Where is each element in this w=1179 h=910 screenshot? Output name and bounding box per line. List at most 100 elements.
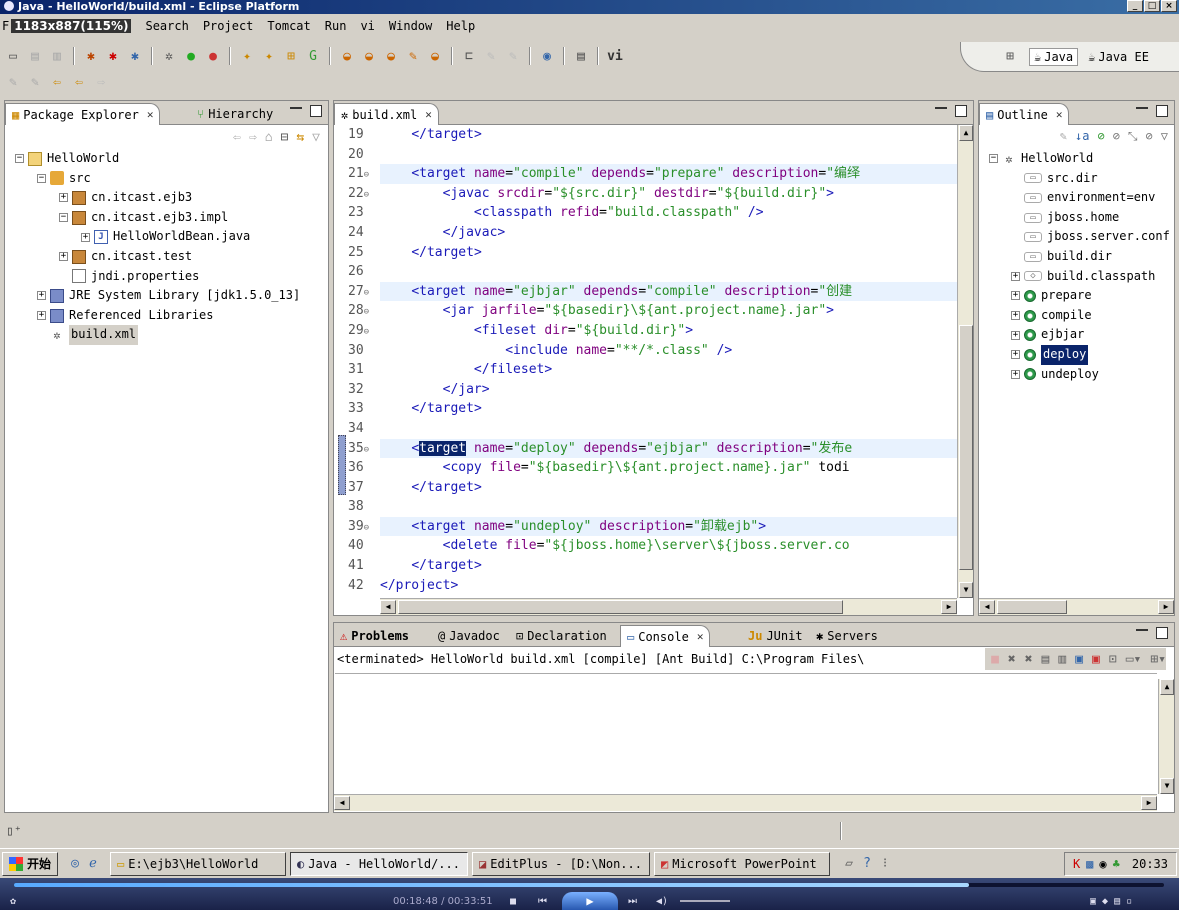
up-nav-icon[interactable]: ⌂ [265,130,273,145]
show-on-output-icon[interactable]: ▣ [1075,652,1083,667]
new-java-icon[interactable]: G [304,47,322,65]
minimize-view-icon[interactable] [1136,629,1148,633]
expand-icon[interactable]: + [59,193,68,203]
open-folder-icon[interactable]: ◒ [382,47,400,65]
menu-vi[interactable]: vi [360,19,374,33]
console-vertical-scrollbar[interactable]: ▲ ▼ [1158,679,1174,794]
code-line[interactable]: </fileset> [380,360,957,380]
outline-item[interactable]: + deploy [979,344,1174,365]
outline-item[interactable]: + ejbjar [979,325,1174,345]
scrollbar-thumb[interactable] [959,325,973,570]
scroll-right-icon[interactable]: ▶ [1158,600,1174,614]
open-task-icon[interactable]: ◒ [360,47,378,65]
prev-icon[interactable]: ⏮ [538,896,547,907]
open-console-icon[interactable]: ⊞▾ [1150,652,1166,667]
scrollbar-thumb[interactable] [997,600,1067,614]
new-icon[interactable]: ▭ [4,47,22,65]
expand-icon[interactable]: + [81,232,90,242]
tree-item[interactable]: − src [5,169,328,189]
collapse-icon[interactable]: − [989,154,998,164]
menu-window[interactable]: Window [389,19,432,33]
expand-icon[interactable]: + [1011,291,1020,301]
tree-item[interactable]: + cn.itcast.ejb3 [5,188,328,208]
next-annotation-icon[interactable]: ✎ [482,47,500,65]
stop-icon[interactable]: ■ [510,896,516,907]
expand-icon[interactable]: + [37,291,46,301]
tree-item[interactable]: ✲ build.xml [5,325,328,345]
code-line[interactable]: <copy file="${basedir}\${ant.project.nam… [380,458,957,478]
taskbar-button[interactable]: ◩ Microsoft PowerPoint [654,851,831,876]
code-line[interactable]: </jar> [380,380,957,400]
tree-item[interactable]: + JRE System Library [jdk1.5.0_13] [5,286,328,306]
javadoc-icon[interactable]: ▤ [572,47,590,65]
console-horizontal-scrollbar[interactable]: ◀ ▶ [334,794,1157,811]
filter-icon[interactable]: ⊘ [1146,129,1153,143]
search-icon[interactable]: ✎ [404,47,422,65]
code-line[interactable]: <jar jarfile="${basedir}\${ant.project.n… [380,301,957,321]
taskbar-button[interactable]: ◪ EditPlus - [D:\Non... [472,851,651,876]
toggle-mark-icon[interactable]: ⊏ [460,47,478,65]
globe-icon[interactable]: ◉ [538,47,556,65]
tree-item[interactable]: + Referenced Libraries [5,306,328,326]
collapse-icon[interactable]: − [15,154,24,164]
tab-outline[interactable]: ▤ Outline ✕ [979,103,1070,125]
tomcat-stop-icon[interactable]: ✱ [104,47,122,65]
scroll-up-icon[interactable]: ▲ [959,125,973,141]
tray-monitor-icon[interactable]: ▩ [1086,857,1093,871]
fold-toggle-icon[interactable]: ⊖ [364,445,369,455]
forward-icon[interactable]: ⇨ [92,73,110,91]
view-menu-icon[interactable]: ▽ [1161,129,1168,143]
clear-console-icon[interactable]: ▤ [1042,652,1050,667]
prev-annotation-icon[interactable]: ✎ [504,47,522,65]
scroll-down-icon[interactable]: ▼ [1160,778,1174,794]
help-icon[interactable]: ? [858,855,876,873]
next-edit-icon[interactable]: ✎ [26,73,44,91]
menu-tomcat[interactable]: Tomcat [267,19,310,33]
outline-item[interactable]: + compile [979,306,1174,326]
display-console-icon[interactable]: ▭▾ [1126,652,1142,667]
external-tools-icon[interactable]: ● [204,47,222,65]
open-type-icon[interactable]: ◒ [338,47,356,65]
fold-toggle-icon[interactable]: ⊖ [364,170,369,180]
tree-item[interactable]: + cn.itcast.test [5,247,328,267]
scroll-left-icon[interactable]: ◀ [334,796,350,810]
menu-search[interactable]: Search [145,19,188,33]
outline-item[interactable]: ▭ src.dir [979,169,1174,189]
scroll-lock-icon[interactable]: ▥ [1058,652,1066,667]
menu-run[interactable]: Run [325,19,347,33]
tab-package-explorer[interactable]: ▦ Package Explorer ✕ [5,103,161,125]
tab-problems[interactable]: ⚠ Problems [334,625,415,647]
quicklaunch-desktop-icon[interactable]: ◎ [66,855,84,873]
input-method-icon[interactable]: ⁝ [876,855,894,873]
back-nav-icon[interactable]: ⇦ [233,130,241,145]
code-line[interactable]: <target name="deploy" depends="ejbjar" d… [380,438,957,459]
annotation-gutter[interactable] [334,125,348,598]
start-button[interactable]: 开始 [2,851,59,876]
close-icon[interactable]: ✕ [697,630,704,643]
code-line[interactable]: </target> [380,125,957,145]
tray-volume-icon[interactable]: ◉ [1099,857,1106,871]
tab-servers[interactable]: ✱ Servers [810,625,884,647]
scroll-right-icon[interactable]: ▶ [1141,796,1157,810]
outline-item[interactable]: + ◇ build.classpath [979,267,1174,287]
fold-toggle-icon[interactable]: ⊖ [364,288,369,298]
expand-icon[interactable]: + [1011,330,1020,340]
new-class-icon[interactable]: ✦ [260,47,278,65]
last-edit-icon[interactable]: ✎ [4,73,22,91]
volume-slider[interactable] [680,900,730,902]
outline-item[interactable]: ▭ build.dir [979,247,1174,267]
tomcat-start-icon[interactable]: ✱ [82,47,100,65]
vi-icon[interactable]: vi [606,47,624,65]
scroll-right-icon[interactable]: ▶ [941,600,957,614]
collapse-icon[interactable]: − [37,173,46,183]
link-with-editor-icon[interactable]: ⤡ [1128,129,1138,144]
java-perspective-button[interactable]: ☕ Java [1029,47,1079,66]
javaee-perspective-button[interactable]: ☕ Java EE [1088,50,1149,64]
fold-toggle-icon[interactable]: ⊖ [364,327,369,337]
code-line[interactable]: <classpath refid="build.classpath" /> [380,203,957,223]
open-perspective-icon[interactable]: ⊞ [1001,48,1019,66]
new-package-icon[interactable]: ✦ [238,47,256,65]
code-line[interactable] [380,419,957,439]
tomcat-restart-icon[interactable]: ✱ [126,47,144,65]
expand-icon[interactable]: + [37,311,46,321]
